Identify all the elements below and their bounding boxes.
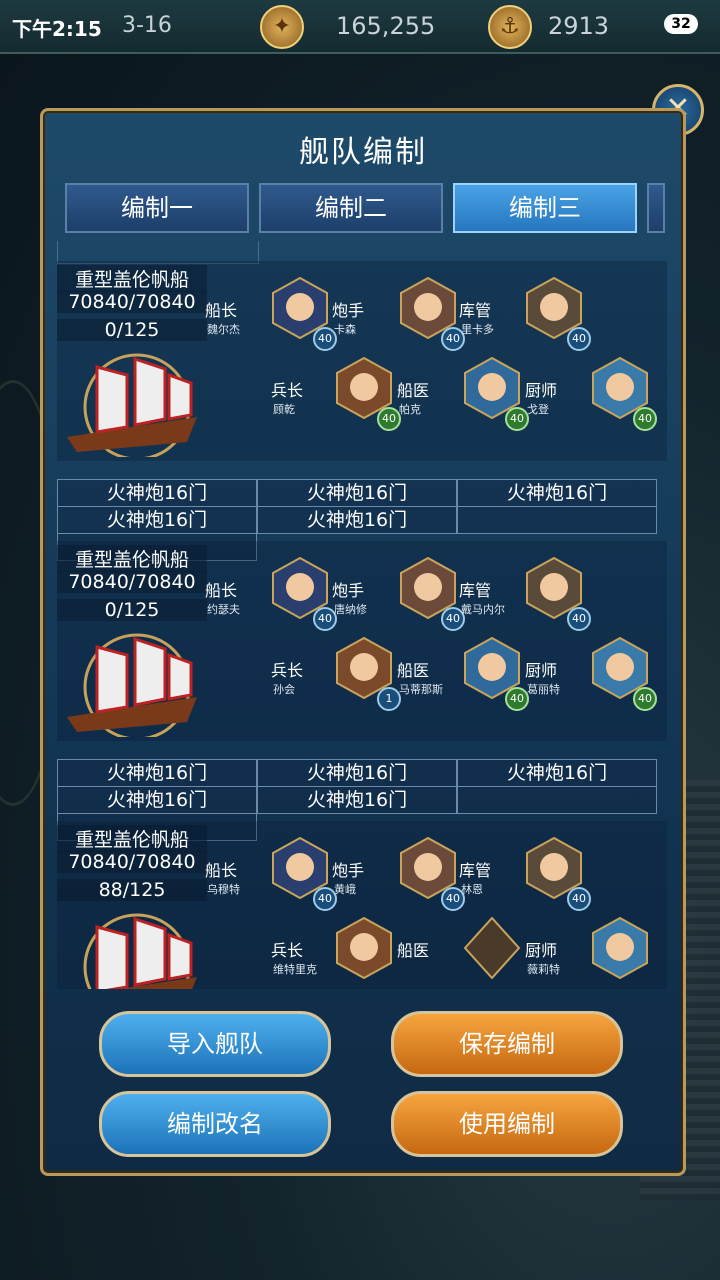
- crew-role-label: 厨师: [525, 661, 558, 680]
- cannon-slot[interactable]: 火神炮16门: [57, 479, 257, 507]
- tab-formation-2[interactable]: 编制二: [259, 183, 443, 233]
- crew-member-name: 顾乾: [273, 403, 295, 416]
- crew-member-name: 黄峨: [334, 883, 356, 896]
- crew-member-name: 戈登: [527, 403, 549, 416]
- cannon-slot[interactable]: 火神炮16门: [257, 759, 457, 787]
- crew-role-label: 炮手: [332, 301, 365, 320]
- crew-role-label: 兵长: [271, 381, 304, 400]
- crew-role-label: 库管: [459, 581, 492, 600]
- import-fleet-button[interactable]: 导入舰队: [99, 1011, 331, 1077]
- cannon-slot[interactable]: [457, 786, 657, 814]
- crew-member-name: 魏尔杰: [207, 323, 240, 336]
- ship-durability: 70840/70840: [57, 571, 207, 593]
- tab-formation-4[interactable]: [647, 183, 665, 233]
- crew-member-name: 维特里克: [273, 963, 317, 976]
- crew-level-badge: 40: [567, 607, 591, 631]
- fleet-entry: 重型盖伦帆船 70840/70840 88/125 船长 乌穆特 40 炮手 黄峨 40 库管 林恩…: [57, 821, 667, 989]
- fleet-entry: 重型盖伦帆船 70840/70840 0/125 船长魏尔杰 40 炮手卡森 40 库管里卡多…: [57, 261, 667, 561]
- tab-formation-1[interactable]: 编制一: [65, 183, 249, 233]
- dialog-title: 舰队编制: [299, 135, 427, 170]
- crew-level-badge: 40: [505, 687, 529, 711]
- ship-name: 重型盖伦帆船: [57, 545, 207, 572]
- crew-role-label: 厨师: [525, 381, 558, 400]
- crew-member-name: 帕克: [399, 403, 421, 416]
- cannon-slot[interactable]: 火神炮16门: [257, 506, 457, 534]
- crew-member-name: 约瑟夫: [207, 603, 240, 616]
- empty-slot-icon[interactable]: [461, 917, 523, 979]
- ship-durability: 70840/70840: [57, 291, 207, 313]
- crew-portrait[interactable]: [589, 917, 651, 979]
- crew-role-label: 库管: [459, 301, 492, 320]
- crew-role-label: 厨师: [525, 941, 558, 960]
- battery-indicator: 32: [664, 14, 698, 34]
- crew-member-name: 薇莉特: [527, 963, 560, 976]
- ship-image[interactable]: [57, 627, 207, 737]
- crew-level-badge: 40: [633, 407, 657, 431]
- ship-cargo: 0/125: [57, 319, 207, 341]
- crew-role-label: 船长: [205, 861, 238, 880]
- ship-cargo: 0/125: [57, 599, 207, 621]
- fleet-list[interactable]: 重型盖伦帆船 70840/70840 0/125 船长 魏尔杰 40 炮手 卡森 40 库管 里卡多…: [57, 241, 667, 989]
- date: 3-16: [122, 13, 172, 38]
- ship-name: 重型盖伦帆船: [57, 265, 207, 292]
- use-formation-button[interactable]: 使用编制: [391, 1091, 623, 1157]
- crew-member-name: 里卡多: [461, 323, 494, 336]
- cannon-slot[interactable]: [457, 506, 657, 534]
- crew-role-label: 兵长: [271, 661, 304, 680]
- crew-member-name: 唐纳修: [334, 603, 367, 616]
- compass-icon: ✦: [260, 5, 304, 49]
- crew-level-badge: 1: [377, 687, 401, 711]
- status-bar: 下午2:15 3-16 ✦ 165,255 ⚓ 2913 32: [0, 0, 720, 52]
- crew-member-name: 卡森: [334, 323, 356, 336]
- crew-role-label: 库管: [459, 861, 492, 880]
- crew-level-badge: 40: [633, 687, 657, 711]
- crew-level-badge: 40: [567, 887, 591, 911]
- crew-role-label: 兵长: [271, 941, 304, 960]
- crew-member-name: 乌穆特: [207, 883, 240, 896]
- rename-formation-button[interactable]: 编制改名: [99, 1091, 331, 1157]
- ship-image[interactable]: [57, 347, 207, 457]
- crew-member-name: 孙会: [273, 683, 295, 696]
- crew-member-name: 林恩: [461, 883, 483, 896]
- cannon-slot[interactable]: 火神炮16门: [57, 786, 257, 814]
- cannon-slot[interactable]: 火神炮16门: [257, 479, 457, 507]
- fleet-entry: 重型盖伦帆船 70840/70840 0/125 船长约瑟夫 40 炮手唐纳修 40 库管戴马…: [57, 541, 667, 841]
- crew-role-label: 船长: [205, 581, 238, 600]
- clock: 下午2:15: [12, 17, 102, 41]
- crew-role-label: 船医: [397, 661, 430, 680]
- crew-level-badge: 40: [377, 407, 401, 431]
- formation-tabs: 编制一 编制二 编制三: [65, 183, 665, 233]
- crew-member-name: 马蒂那斯: [399, 683, 443, 696]
- crew-role-label: 船医: [397, 941, 430, 960]
- cannon-slot[interactable]: 火神炮16门: [57, 506, 257, 534]
- save-formation-button[interactable]: 保存编制: [391, 1011, 623, 1077]
- ship-cargo: 88/125: [57, 879, 207, 901]
- ship-durability: 70840/70840: [57, 851, 207, 873]
- crew-member-name: 戴马内尔: [461, 603, 505, 616]
- cannon-slot[interactable]: 火神炮16门: [457, 759, 657, 787]
- crew-portrait[interactable]: [333, 917, 395, 979]
- crew-role-label: 炮手: [332, 581, 365, 600]
- cannon-slot[interactable]: 火神炮16门: [457, 479, 657, 507]
- compass-value: 165,255: [336, 12, 436, 40]
- anchor-icon: ⚓: [488, 5, 532, 49]
- cannon-slot[interactable]: 火神炮16门: [57, 759, 257, 787]
- crew-role-label: 船医: [397, 381, 430, 400]
- cannon-slot[interactable]: 火神炮16门: [257, 786, 457, 814]
- fleet-formation-dialog: 舰队编制 编制一 编制二 编制三 重型盖伦帆船 70840/70840 0/125 船…: [40, 108, 686, 1176]
- crew-level-badge: 40: [505, 407, 529, 431]
- crew-level-badge: 40: [567, 327, 591, 351]
- crew-role-label: 船长: [205, 301, 238, 320]
- ship-name: 重型盖伦帆船: [57, 825, 207, 852]
- crew-member-name: 葛丽特: [527, 683, 560, 696]
- anchor-value: 2913: [548, 12, 610, 40]
- tab-formation-3[interactable]: 编制三: [453, 183, 637, 233]
- crew-role-label: 炮手: [332, 861, 365, 880]
- ship-image[interactable]: [57, 907, 207, 989]
